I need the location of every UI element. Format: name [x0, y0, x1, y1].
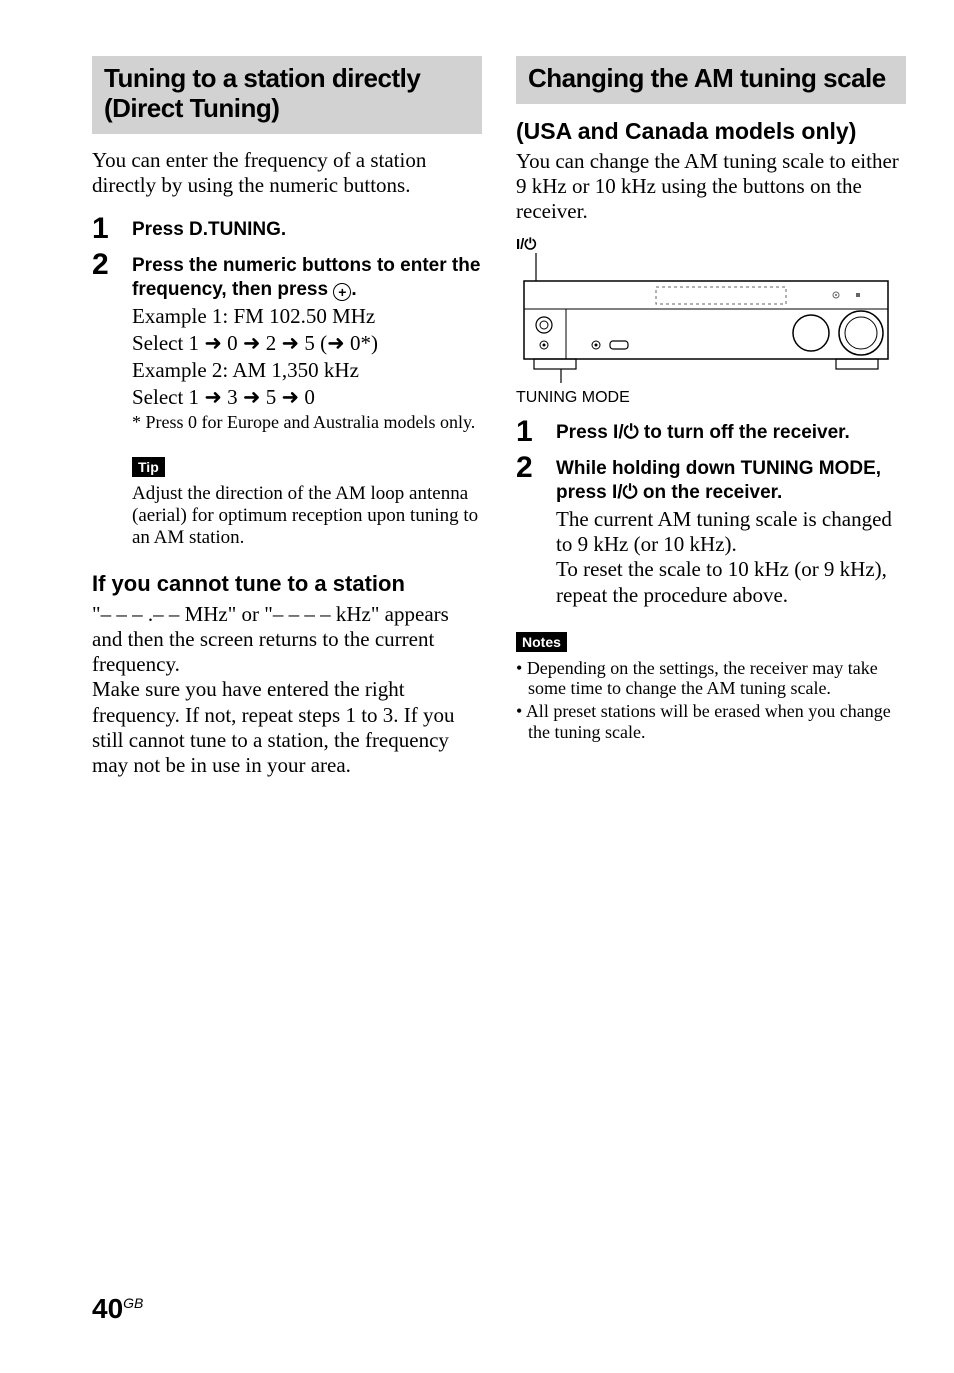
- step-number: 1: [516, 417, 556, 447]
- right-arrow-icon: ➜: [243, 332, 261, 355]
- step-number: 2: [516, 453, 556, 483]
- right-arrow-icon: ➜: [204, 386, 222, 409]
- direct-tuning-intro: You can enter the frequency of a station…: [92, 148, 482, 198]
- step-2: 2 Press the numeric buttons to enter the…: [92, 250, 482, 433]
- right-step-2: 2 While holding down TUNING MODE, press …: [516, 453, 906, 607]
- right-arrow-icon: ➜: [282, 332, 300, 355]
- example-1-sequence: Select 1 ➜ 0 ➜ 2 ➜ 5 (➜ 0*): [132, 331, 482, 356]
- note-item: • All preset stations will be erased whe…: [516, 701, 906, 742]
- right-arrow-icon: ➜: [282, 386, 300, 409]
- section-header-direct-tuning: Tuning to a station directly (Direct Tun…: [92, 56, 482, 134]
- example-2-sequence: Select 1 ➜ 3 ➜ 5 ➜ 0: [132, 385, 482, 410]
- footnote: * Press 0 for Europe and Australia model…: [132, 412, 482, 433]
- right-arrow-icon: ➜: [327, 332, 345, 355]
- power-button-label: I/⏻: [516, 236, 906, 253]
- receiver-illustration: [516, 253, 896, 383]
- note-item: • Depending on the settings, the receive…: [516, 658, 906, 699]
- right-arrow-icon: ➜: [204, 332, 222, 355]
- usa-canada-heading: (USA and Canada models only): [516, 118, 906, 145]
- step-2-instruction: Press the numeric buttons to enter the f…: [132, 254, 482, 302]
- notes-label: Notes: [516, 632, 567, 652]
- enter-plus-icon: +: [333, 283, 351, 301]
- page-number: 40GB: [92, 1293, 143, 1325]
- step-number: 2: [92, 250, 132, 280]
- power-icon: ⏻: [524, 236, 536, 253]
- tip-label: Tip: [132, 457, 165, 477]
- section-header-am-scale: Changing the AM tuning scale: [516, 56, 906, 104]
- example-1-label: Example 1: FM 102.50 MHz: [132, 304, 482, 329]
- example-2-label: Example 2: AM 1,350 kHz: [132, 358, 482, 383]
- right-column: Changing the AM tuning scale (USA and Ca…: [516, 56, 906, 778]
- tuning-mode-label: TUNING MODE: [516, 389, 906, 407]
- step-1-instruction: Press D.TUNING.: [132, 218, 482, 242]
- right-arrow-icon: ➜: [243, 386, 261, 409]
- step-number: 1: [92, 214, 132, 244]
- right-step-2-instruction: While holding down TUNING MODE, press I/…: [556, 457, 906, 505]
- cannot-tune-body: "– – – .– – MHz" or "– – – – kHz" appear…: [92, 602, 482, 778]
- right-step-1: 1 Press I/⏻ to turn off the receiver.: [516, 417, 906, 447]
- tip-body: Adjust the direction of the AM loop ante…: [132, 483, 482, 549]
- power-icon: ⏻: [624, 422, 639, 443]
- right-step-2-body: The current AM tuning scale is changed t…: [556, 507, 906, 608]
- am-scale-intro: You can change the AM tuning scale to ei…: [516, 149, 906, 225]
- power-icon: ⏻: [623, 482, 638, 503]
- right-step-1-instruction: Press I/⏻ to turn off the receiver.: [556, 421, 906, 445]
- notes-list: • Depending on the settings, the receive…: [516, 658, 906, 743]
- receiver-diagram: I/⏻: [516, 236, 906, 407]
- cannot-tune-heading: If you cannot tune to a station: [92, 571, 482, 596]
- step-1: 1 Press D.TUNING.: [92, 214, 482, 244]
- left-column: Tuning to a station directly (Direct Tun…: [92, 56, 482, 778]
